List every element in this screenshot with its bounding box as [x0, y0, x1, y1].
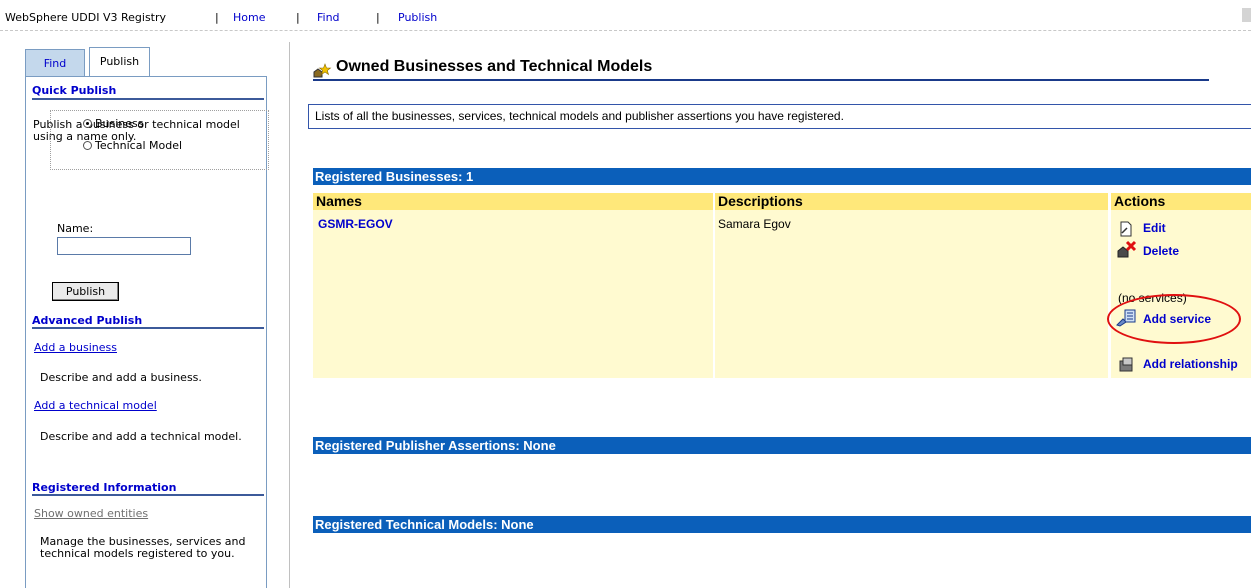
show-owned-description: Manage the businesses, services and tech…: [40, 535, 246, 560]
advanced-publish-heading[interactable]: Advanced Publish: [32, 314, 142, 327]
column-header-descriptions: Descriptions: [715, 193, 1108, 210]
registered-businesses-header: Registered Businesses: 1: [313, 168, 1251, 185]
page-description: Lists of all the businesses, services, t…: [308, 104, 1251, 129]
radio-technical-model-label: Technical Model: [95, 139, 183, 152]
highlight-circle: [1107, 294, 1241, 344]
app-title: WebSphere UDDI V3 Registry: [5, 11, 167, 24]
separator: |: [376, 11, 380, 24]
business-name-link[interactable]: GSMR-EGOV: [318, 217, 393, 231]
name-input[interactable]: [57, 237, 191, 255]
title-underline: [313, 79, 1209, 81]
add-business-link[interactable]: Add a business: [34, 341, 117, 354]
add-relationship-icon: [1119, 357, 1133, 372]
edit-icon: [1120, 221, 1132, 237]
window-corner-icon: [1242, 8, 1251, 22]
radio-business[interactable]: [83, 119, 92, 128]
tab-publish[interactable]: Publish: [89, 47, 150, 76]
business-description: Samara Egov: [718, 217, 791, 231]
publish-type-group: Business Technical Model: [50, 110, 269, 170]
sidebar-tabs: Find Publish: [25, 47, 267, 77]
owned-entities-icon: [313, 63, 332, 78]
column-header-names: Names: [313, 193, 713, 210]
publish-button[interactable]: Publish: [52, 282, 119, 301]
section-divider: [32, 327, 264, 329]
add-technical-model-link[interactable]: Add a technical model: [34, 399, 157, 412]
delete-link[interactable]: Delete: [1143, 244, 1179, 258]
name-label: Name:: [57, 222, 94, 235]
separator: |: [296, 11, 300, 24]
radio-business-label: Business: [95, 117, 144, 130]
radio-technical-model[interactable]: [83, 141, 92, 150]
column-header-actions: Actions: [1111, 193, 1251, 210]
page-title: Owned Businesses and Technical Models: [336, 58, 653, 75]
edit-link[interactable]: Edit: [1143, 221, 1166, 235]
find-link[interactable]: Find: [317, 11, 340, 24]
add-business-description: Describe and add a business.: [40, 371, 202, 384]
publisher-assertions-header: Registered Publisher Assertions: None: [313, 437, 1251, 454]
add-technical-model-description: Describe and add a technical model.: [40, 430, 242, 443]
quick-publish-heading[interactable]: Quick Publish: [32, 84, 116, 97]
registered-information-heading[interactable]: Registered Information: [32, 481, 176, 494]
home-link[interactable]: Home: [233, 11, 265, 24]
separator: |: [215, 11, 219, 24]
top-navigation-bar: WebSphere UDDI V3 Registry | Home | Find…: [0, 0, 1251, 31]
delete-icon: [1117, 240, 1137, 258]
tab-find[interactable]: Find: [25, 49, 85, 76]
section-divider: [32, 494, 264, 496]
vertical-divider: [289, 42, 290, 588]
add-relationship-link[interactable]: Add relationship: [1143, 357, 1238, 371]
section-divider: [32, 98, 264, 100]
show-owned-entities-link[interactable]: Show owned entities: [34, 507, 148, 520]
publish-link[interactable]: Publish: [398, 11, 437, 24]
technical-models-header: Registered Technical Models: None: [313, 516, 1251, 533]
